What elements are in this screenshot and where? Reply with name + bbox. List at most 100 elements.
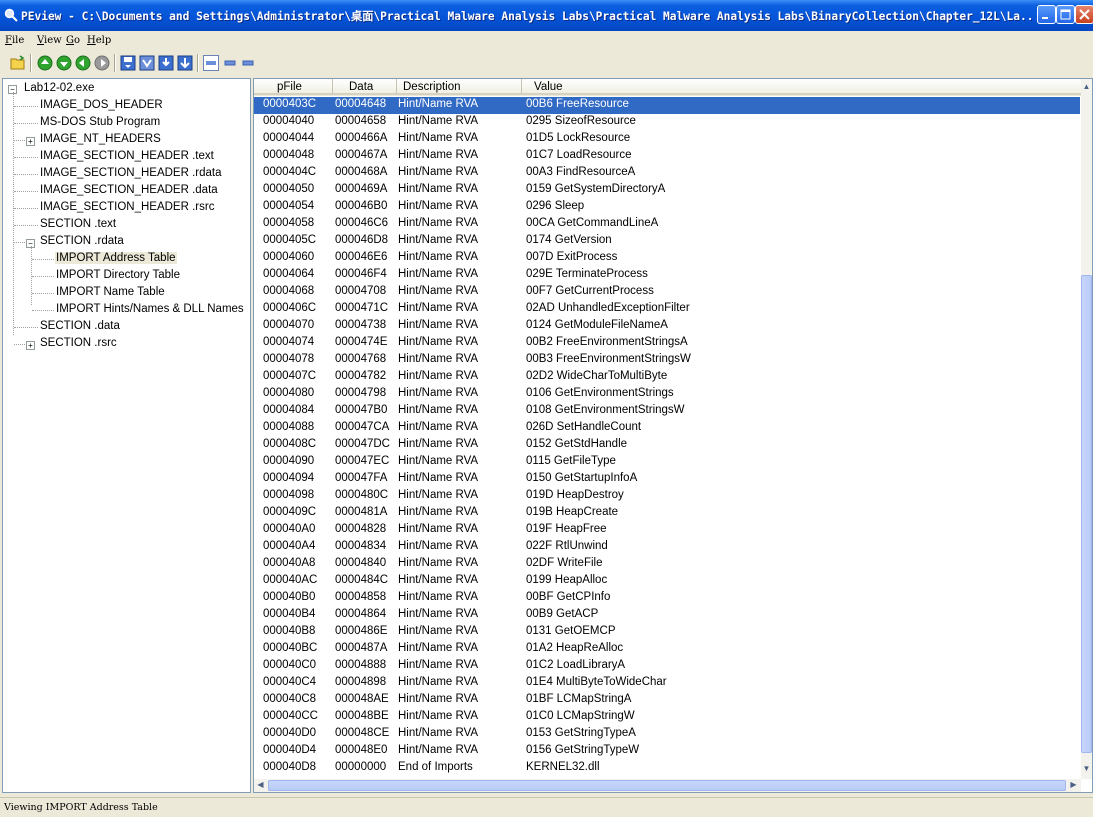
- horizontal-scrollbar[interactable]: ◀ ▶: [254, 779, 1081, 792]
- menu-file[interactable]: File: [5, 35, 24, 46]
- first-icon[interactable]: [37, 55, 53, 71]
- table-row[interactable]: 0000409C 0000481A Hint/Name RVA 019B HeapCr…: [254, 505, 1080, 522]
- table-row[interactable]: 00004060 000046E6 Hint/Name RVA 007D ExitPr…: [254, 250, 1080, 267]
- tree-item-dos-header[interactable]: IMAGE_DOS_HEADER: [3, 98, 243, 115]
- table-row[interactable]: 000040BC 0000487A Hint/Name RVA 01A2 HeapRe…: [254, 641, 1080, 658]
- title-bar[interactable]: PEview - C:\Documents and Settings\Admin…: [0, 0, 1093, 31]
- tree-item-import-name-table[interactable]: IMPORT Name Table: [3, 285, 243, 302]
- tree-item-section-header-rdata[interactable]: IMAGE_SECTION_HEADER .rdata: [3, 166, 243, 183]
- table-row[interactable]: 00004098 0000480C Hint/Name RVA 019D HeapDe…: [254, 488, 1080, 505]
- table-row[interactable]: 000040B8 0000486E Hint/Name RVA 0131 GetOEM…: [254, 624, 1080, 641]
- table-row[interactable]: 000040B4 00004864 Hint/Name RVA 00B9 GetACP: [254, 607, 1080, 624]
- back-icon[interactable]: [75, 55, 91, 71]
- tree-item-section-text[interactable]: SECTION .text: [3, 217, 243, 234]
- table-row[interactable]: 00004084 000047B0 Hint/Name RVA 0108 GetEnv…: [254, 403, 1080, 420]
- cell-data: 00000000: [335, 761, 387, 773]
- table-row[interactable]: 000040C8 000048AE Hint/Name RVA 01BF LCMapS…: [254, 692, 1080, 709]
- vertical-scrollbar[interactable]: ▲ ▼: [1081, 79, 1092, 779]
- scroll-right-icon[interactable]: ▶: [1068, 779, 1079, 791]
- table-row[interactable]: 00004054 000046B0 Hint/Name RVA 0296 Sleep: [254, 199, 1080, 216]
- table-row[interactable]: 00004040 00004658 Hint/Name RVA 0295 Sizeof…: [254, 114, 1080, 131]
- table-row[interactable]: 000040A4 00004834 Hint/Name RVA 022F RtlUnw…: [254, 539, 1080, 556]
- expand-icon[interactable]: +: [26, 341, 35, 350]
- tree-item-import-hints-names[interactable]: IMPORT Hints/Names & DLL Names: [3, 302, 244, 319]
- download-icon[interactable]: [177, 55, 193, 71]
- horizontal-scroll-thumb[interactable]: [268, 780, 1066, 791]
- cell-description: Hint/Name RVA: [398, 302, 479, 314]
- import-icon[interactable]: [158, 55, 174, 71]
- cell-pfile: 000040A4: [263, 540, 316, 552]
- maximize-button[interactable]: [1056, 5, 1075, 24]
- table-row[interactable]: 00004074 0000474E Hint/Name RVA 00B2 FreeEn…: [254, 335, 1080, 352]
- tree-root[interactable]: − Lab12-02.exe: [3, 81, 243, 98]
- cell-pfile: 000040C4: [263, 676, 317, 688]
- table-row[interactable]: 00004070 00004738 Hint/Name RVA 0124 GetMod…: [254, 318, 1080, 335]
- table-row[interactable]: 00004050 0000469A Hint/Name RVA 0159 GetSys…: [254, 182, 1080, 199]
- column-header-data[interactable]: Data: [333, 79, 397, 95]
- table-row[interactable]: 00004078 00004768 Hint/Name RVA 00B3 FreeEn…: [254, 352, 1080, 369]
- tree-item-section-header-text[interactable]: IMAGE_SECTION_HEADER .text: [3, 149, 243, 166]
- menu-go[interactable]: Go: [66, 35, 80, 46]
- table-row[interactable]: 00004094 000047FA Hint/Name RVA 0150 GetSta…: [254, 471, 1080, 488]
- table-row[interactable]: 0000404C 0000468A Hint/Name RVA 00A3 FindRe…: [254, 165, 1080, 182]
- table-row[interactable]: 000040C4 00004898 Hint/Name RVA 01E4 MultiB…: [254, 675, 1080, 692]
- table-row[interactable]: 00004068 00004708 Hint/Name RVA 00F7 GetCur…: [254, 284, 1080, 301]
- tree-item-import-address-table[interactable]: IMPORT Address Table: [3, 251, 243, 268]
- table-row[interactable]: 00004044 0000466A Hint/Name RVA 01D5 LockRe…: [254, 131, 1080, 148]
- cell-data: 0000467A: [335, 149, 388, 161]
- cell-description: Hint/Name RVA: [398, 200, 479, 212]
- scroll-up-icon[interactable]: ▲: [1081, 81, 1092, 93]
- table-row[interactable]: 000040C0 00004888 Hint/Name RVA 01C2 LoadLi…: [254, 658, 1080, 675]
- previous-icon[interactable]: [56, 55, 72, 71]
- table-row[interactable]: 00004048 0000467A Hint/Name RVA 01C7 LoadRe…: [254, 148, 1080, 165]
- table-row[interactable]: 000040A8 00004840 Hint/Name RVA 02DF WriteF…: [254, 556, 1080, 573]
- table-row[interactable]: 0000403C 00004648 Hint/Name RVA 00B6 FreeRe…: [254, 97, 1080, 114]
- tree-item-section-rsrc[interactable]: + SECTION .rsrc: [3, 336, 243, 353]
- table-row[interactable]: 000040B0 00004858 Hint/Name RVA 00BF GetCPI…: [254, 590, 1080, 607]
- view-byte-icon[interactable]: [203, 55, 219, 71]
- tree-item-section-header-data[interactable]: IMAGE_SECTION_HEADER .data: [3, 183, 243, 200]
- tree-item-section-header-rsrc[interactable]: IMAGE_SECTION_HEADER .rsrc: [3, 200, 243, 217]
- status-text: Viewing IMPORT Address Table: [4, 802, 158, 813]
- tree-item-import-directory-table[interactable]: IMPORT Directory Table: [3, 268, 243, 285]
- minimize-button[interactable]: [1037, 5, 1056, 24]
- menu-help[interactable]: Help: [87, 35, 111, 46]
- expand-icon[interactable]: +: [26, 137, 35, 146]
- scroll-left-icon[interactable]: ◀: [255, 779, 266, 791]
- table-row[interactable]: 00004058 000046C6 Hint/Name RVA 00CA GetCom…: [254, 216, 1080, 233]
- cell-data: 00004648: [335, 98, 387, 110]
- view-dword-icon[interactable]: [240, 55, 256, 71]
- vertical-scroll-thumb[interactable]: [1081, 275, 1092, 753]
- scroll-down-icon[interactable]: ▼: [1081, 763, 1092, 775]
- column-header-value[interactable]: Value: [522, 79, 1084, 95]
- cell-pfile: 000040B4: [263, 608, 316, 620]
- table-row[interactable]: 000040AC 0000484C Hint/Name RVA 0199 HeapAl…: [254, 573, 1080, 590]
- table-row[interactable]: 00004080 00004798 Hint/Name RVA 0106 GetEnv…: [254, 386, 1080, 403]
- open-folder-icon[interactable]: [10, 55, 26, 71]
- tree-item-section-data[interactable]: SECTION .data: [3, 319, 243, 336]
- tree-item-section-rdata[interactable]: − SECTION .rdata: [3, 234, 243, 251]
- tree-item-dos-stub[interactable]: MS-DOS Stub Program: [3, 115, 243, 132]
- table-row[interactable]: 0000407C 00004782 Hint/Name RVA 02D2 WideCh…: [254, 369, 1080, 386]
- table-row[interactable]: 0000405C 000046D8 Hint/Name RVA 0174 GetVer…: [254, 233, 1080, 250]
- menu-view[interactable]: View: [37, 35, 62, 46]
- table-row[interactable]: 00004090 000047EC Hint/Name RVA 0115 GetFil…: [254, 454, 1080, 471]
- tree-pane[interactable]: − Lab12-02.exe IMAGE_DOS_HEADER MS-DOS S…: [2, 78, 251, 793]
- view-word-icon[interactable]: [222, 55, 238, 71]
- list-pane[interactable]: pFile Data Description Value 0000403C 000…: [253, 78, 1093, 793]
- save-icon[interactable]: [120, 55, 136, 71]
- cell-description: Hint/Name RVA: [398, 506, 479, 518]
- table-row[interactable]: 000040CC 000048BE Hint/Name RVA 01C0 LCMapS…: [254, 709, 1080, 726]
- export-icon[interactable]: [139, 55, 155, 71]
- table-row[interactable]: 0000406C 0000471C Hint/Name RVA 02AD Unhand…: [254, 301, 1080, 318]
- table-row[interactable]: 00004064 000046F4 Hint/Name RVA 029E Termin…: [254, 267, 1080, 284]
- column-header-description[interactable]: Description: [397, 79, 522, 95]
- forward-icon[interactable]: [94, 55, 110, 71]
- tree-item-label: MS-DOS Stub Program: [40, 116, 161, 128]
- tree-item-nt-headers[interactable]: + IMAGE_NT_HEADERS: [3, 132, 243, 149]
- column-header-pfile[interactable]: pFile: [254, 79, 333, 95]
- table-row[interactable]: 00004088 000047CA Hint/Name RVA 026D SetHan…: [254, 420, 1080, 437]
- close-button[interactable]: [1075, 5, 1093, 24]
- table-row[interactable]: 0000408C 000047DC Hint/Name RVA 0152 GetStd…: [254, 437, 1080, 454]
- table-row[interactable]: 000040A0 00004828 Hint/Name RVA 019F HeapFr…: [254, 522, 1080, 539]
